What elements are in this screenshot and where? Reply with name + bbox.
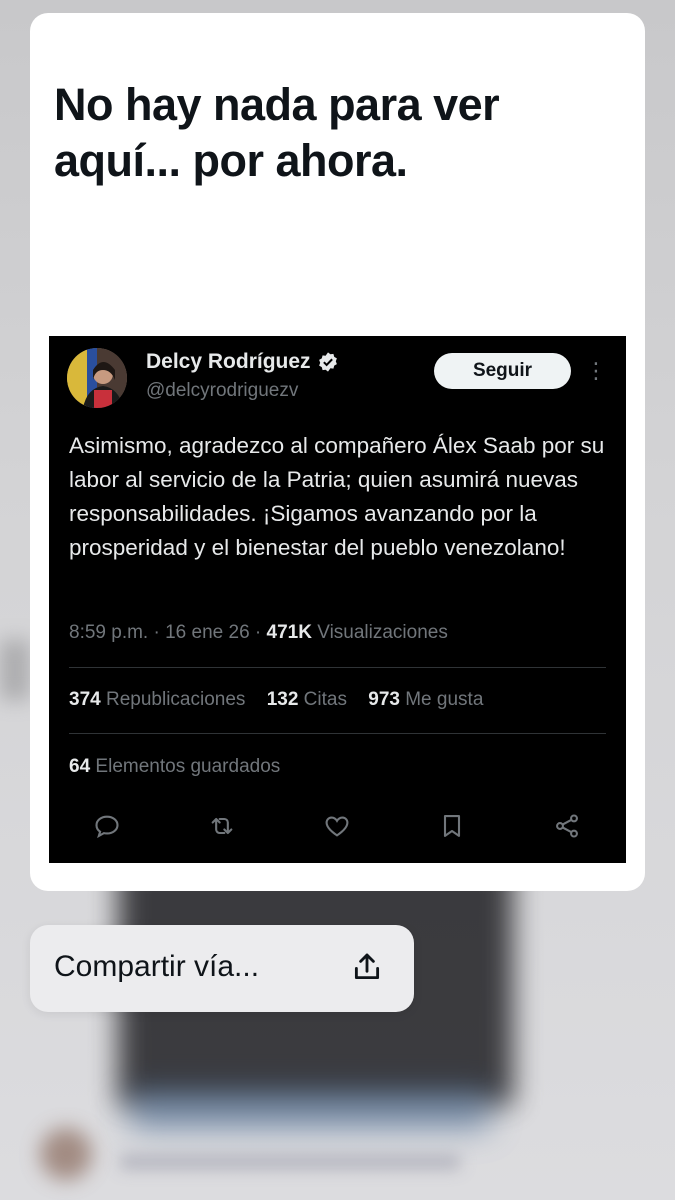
- bookmarks-label: Elementos guardados: [95, 756, 281, 777]
- bookmarks-stat[interactable]: 64 Elementos guardados: [69, 756, 280, 778]
- tweet-text: Asimismo, agradezco al compañero Álex Sa…: [69, 433, 605, 560]
- background-blurred-text: [120, 1155, 460, 1169]
- quotes-label: Citas: [303, 689, 347, 710]
- preview-card[interactable]: No hay nada para ver aquí... por ahora. …: [30, 13, 645, 891]
- like-icon[interactable]: [317, 806, 357, 846]
- views-label: Visualizaciones: [317, 622, 448, 643]
- reply-icon[interactable]: [87, 806, 127, 846]
- reposts-label: Republicaciones: [105, 689, 246, 710]
- background-blurred-avatar: [40, 1128, 92, 1180]
- share-upload-icon: [350, 950, 384, 984]
- reposts-stat[interactable]: 374 Republicaciones: [69, 689, 245, 710]
- quotes-count: 132: [266, 689, 299, 710]
- bookmarks-count: 64: [69, 756, 91, 777]
- tweet-meta: 8:59 p.m. · 16 ene 26 · 471K Visualizaci…: [69, 622, 448, 644]
- share-via-label: Compartir vía...: [54, 950, 260, 983]
- tweet-actions-bar: [49, 806, 626, 846]
- meta-separator: ·: [254, 622, 267, 643]
- verified-badge-icon: [317, 351, 339, 373]
- tweet-screenshot[interactable]: Delcy Rodríguez @delcyrodriguezv Seguir …: [49, 336, 626, 863]
- share-via-button[interactable]: Compartir vía...: [30, 925, 414, 1012]
- tweet-time[interactable]: 8:59 p.m.: [69, 622, 148, 643]
- engagement-stats: 374 Republicaciones 132 Citas 973 Me gus…: [69, 689, 499, 711]
- reposts-count: 374: [69, 689, 101, 710]
- tweet-date[interactable]: 16 ene 26: [165, 622, 250, 643]
- quotes-stat[interactable]: 132 Citas: [267, 689, 347, 710]
- likes-label: Me gusta: [405, 689, 484, 710]
- more-vertical-icon[interactable]: ⋮: [585, 358, 607, 384]
- divider: [69, 733, 606, 734]
- background-blurred-link: [130, 1090, 490, 1130]
- author-avatar[interactable]: [67, 348, 127, 408]
- likes-stat[interactable]: 973 Me gusta: [368, 689, 483, 710]
- repost-icon[interactable]: [202, 806, 242, 846]
- meta-separator: ·: [153, 622, 166, 643]
- author-name[interactable]: Delcy Rodríguez: [146, 350, 311, 374]
- views-count: 471K: [266, 622, 312, 643]
- share-icon[interactable]: [547, 806, 587, 846]
- author-handle[interactable]: @delcyrodriguezv: [146, 380, 298, 402]
- divider: [69, 667, 606, 668]
- author-name-row: Delcy Rodríguez: [146, 350, 339, 374]
- likes-count: 973: [368, 689, 400, 710]
- background-blur-shape: [0, 640, 30, 700]
- empty-state-headline: No hay nada para ver aquí... por ahora.: [54, 79, 500, 186]
- follow-button[interactable]: Seguir: [434, 353, 571, 389]
- bookmark-icon[interactable]: [432, 806, 472, 846]
